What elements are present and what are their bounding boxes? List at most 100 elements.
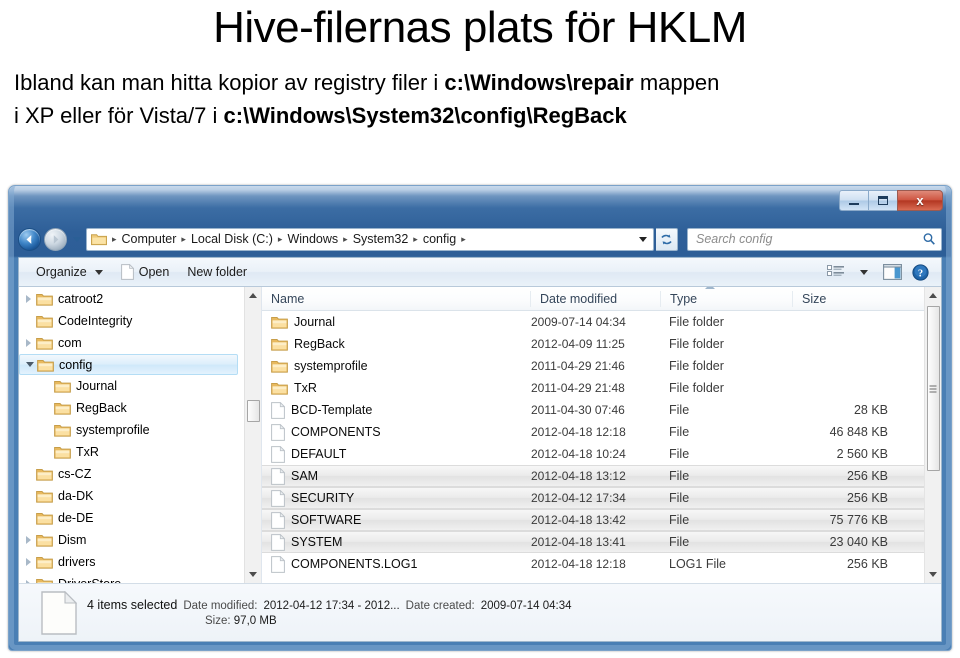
tree-item-label: Dism bbox=[58, 533, 87, 547]
maximize-button[interactable] bbox=[868, 190, 897, 211]
table-row[interactable]: Journal 2009-07-14 04:34 File folder bbox=[262, 311, 924, 333]
help-button[interactable]: ? bbox=[907, 261, 933, 283]
chevron-right-icon bbox=[26, 295, 31, 303]
breadcrumb-item-config[interactable]: config bbox=[421, 232, 458, 246]
breadcrumb-item-computer[interactable]: Computer bbox=[120, 232, 179, 246]
chevron-right-icon bbox=[26, 558, 31, 566]
table-row[interactable]: DEFAULT 2012-04-18 10:24 File 2 560 KB bbox=[262, 443, 924, 465]
tree-item-drivers[interactable]: drivers bbox=[19, 551, 244, 573]
navigation-pane[interactable]: catroot2 CodeIntegrity com config Journal Reg… bbox=[19, 287, 262, 583]
table-row[interactable]: SYSTEM 2012-04-18 13:41 File 23 040 KB bbox=[262, 531, 924, 553]
column-headers[interactable]: Name Date modified Type Size bbox=[262, 287, 924, 311]
minimize-button[interactable] bbox=[839, 190, 868, 211]
tree-scrollbar[interactable] bbox=[244, 287, 261, 583]
table-row[interactable]: COMPONENTS.LOG1 2012-04-18 12:18 LOG1 File… bbox=[262, 553, 924, 575]
view-dropdown-button[interactable] bbox=[851, 261, 877, 283]
cell-size: 46 848 KB bbox=[829, 425, 888, 439]
scroll-down-icon bbox=[249, 572, 257, 577]
back-button[interactable] bbox=[18, 227, 41, 251]
breadcrumb-separator-5: ▸ bbox=[461, 233, 466, 244]
column-header-name[interactable]: Name bbox=[262, 291, 530, 307]
tree-item-label: da-DK bbox=[58, 489, 94, 503]
address-bar: ▸ Computer ▸ Local Disk (C:) ▸ Windows ▸… bbox=[18, 226, 942, 252]
tree-item-dism[interactable]: Dism bbox=[19, 529, 244, 551]
list-scroll-thumb[interactable] bbox=[926, 306, 940, 471]
tree-item-txr[interactable]: TxR bbox=[19, 441, 244, 463]
tree-scroll-down-button[interactable] bbox=[244, 566, 261, 583]
list-scroll-up-button[interactable] bbox=[924, 287, 941, 304]
table-row[interactable]: SOFTWARE 2012-04-18 13:42 File 75 776 KB bbox=[262, 509, 924, 531]
breadcrumb-item-system32[interactable]: System32 bbox=[351, 232, 411, 246]
tree-item-da-dk[interactable]: da-DK bbox=[19, 485, 244, 507]
details-line-1: 4 items selected Date modified: 2012-04-… bbox=[87, 598, 931, 612]
change-view-button[interactable] bbox=[823, 261, 849, 283]
tree-item-config[interactable]: config bbox=[19, 354, 238, 375]
tree-item-de-de[interactable]: de-DE bbox=[19, 507, 244, 529]
file-icon bbox=[271, 401, 285, 419]
tree-item-label: DriverStore bbox=[58, 577, 121, 583]
explorer-window[interactable]: x ▸ Computer ▸ Local Disk (C:) ▸ Windows… bbox=[8, 185, 952, 651]
refresh-button[interactable] bbox=[656, 227, 678, 251]
organize-button[interactable]: Organize bbox=[27, 262, 112, 282]
list-scroll-track[interactable] bbox=[925, 304, 942, 566]
tree-item-com[interactable]: com bbox=[19, 332, 244, 354]
tree-item-cs-cz[interactable]: cs-CZ bbox=[19, 463, 244, 485]
table-row[interactable]: SECURITY 2012-04-12 17:34 File 256 KB bbox=[262, 487, 924, 509]
close-button[interactable]: x bbox=[897, 190, 943, 211]
file-rows[interactable]: Journal 2009-07-14 04:34 File folder RegBac… bbox=[262, 311, 924, 583]
address-dropdown-button[interactable] bbox=[635, 236, 651, 242]
recent-pages-button[interactable] bbox=[70, 229, 83, 249]
slide-text-1c: mappen bbox=[633, 70, 720, 95]
list-scrollbar[interactable] bbox=[924, 287, 941, 583]
tree-item-codeintegrity[interactable]: CodeIntegrity bbox=[19, 310, 244, 332]
table-row[interactable]: BCD-Template 2011-04-30 07:46 File 28 KB bbox=[262, 399, 924, 421]
tree-scroll-up-button[interactable] bbox=[244, 287, 261, 304]
tree-item-driverstore[interactable]: DriverStore bbox=[19, 573, 244, 583]
window-caption-buttons: x bbox=[839, 190, 943, 211]
tree-twisty-drivers[interactable] bbox=[21, 558, 36, 566]
new-folder-button[interactable]: New folder bbox=[178, 262, 256, 282]
table-row[interactable]: SAM 2012-04-18 13:12 File 256 KB bbox=[262, 465, 924, 487]
list-scroll-down-button[interactable] bbox=[924, 566, 941, 583]
folder-icon bbox=[36, 556, 53, 569]
tree-twisty-config[interactable] bbox=[22, 362, 37, 367]
cell-name: systemprofile bbox=[262, 359, 530, 373]
table-row[interactable]: RegBack 2012-04-09 11:25 File folder bbox=[262, 333, 924, 355]
tree-item-catroot2[interactable]: catroot2 bbox=[19, 288, 244, 310]
column-header-date-modified[interactable]: Date modified bbox=[530, 290, 660, 307]
forward-button[interactable] bbox=[44, 227, 67, 251]
tree-twisty-catroot2[interactable] bbox=[21, 295, 36, 303]
slide-body-line-1: Ibland kan man hitta kopior av registry … bbox=[14, 66, 946, 99]
path-regback: c:\Windows\System32\config\RegBack bbox=[223, 103, 627, 128]
breadcrumb-item-windows[interactable]: Windows bbox=[285, 232, 340, 246]
tree-twisty-dism[interactable] bbox=[21, 536, 36, 544]
chevron-down-icon bbox=[25, 362, 34, 367]
column-header-type[interactable]: Type bbox=[660, 287, 792, 307]
file-name-label: SECURITY bbox=[291, 491, 355, 505]
cell-type: File bbox=[669, 535, 690, 549]
breadcrumb-item-local-disk[interactable]: Local Disk (C:) bbox=[189, 232, 275, 246]
tree-twisty-driverstore[interactable] bbox=[21, 580, 36, 583]
search-input[interactable]: Search config bbox=[687, 227, 942, 251]
tree-item-journal[interactable]: Journal bbox=[19, 375, 244, 397]
preview-pane-button[interactable] bbox=[879, 261, 905, 283]
open-button[interactable]: Open bbox=[112, 261, 179, 283]
tree-twisty-com[interactable] bbox=[21, 339, 36, 347]
tree-item-regback[interactable]: RegBack bbox=[19, 397, 244, 419]
breadcrumb-separator-4: ▸ bbox=[413, 233, 418, 244]
table-row[interactable]: systemprofile 2011-04-29 21:46 File folder bbox=[262, 355, 924, 377]
file-name-label: SAM bbox=[291, 469, 319, 483]
table-row[interactable]: TxR 2011-04-29 21:48 File folder bbox=[262, 377, 924, 399]
tree-scroll-thumb[interactable] bbox=[246, 400, 260, 422]
file-list-pane[interactable]: Name Date modified Type Size Journal 2009… bbox=[262, 287, 941, 583]
tree-item-systemprofile[interactable]: systemprofile bbox=[19, 419, 244, 441]
cell-type: File bbox=[669, 447, 690, 461]
slide-body: Ibland kan man hitta kopior av registry … bbox=[0, 54, 960, 132]
column-header-size[interactable]: Size bbox=[792, 290, 902, 307]
size-label: Size: bbox=[205, 615, 231, 627]
breadcrumb[interactable]: ▸ Computer ▸ Local Disk (C:) ▸ Windows ▸… bbox=[86, 227, 654, 251]
folder-icon bbox=[36, 534, 53, 547]
tree-scroll-track[interactable] bbox=[245, 304, 262, 566]
folder-tree[interactable]: catroot2 CodeIntegrity com config Journal Reg… bbox=[19, 287, 244, 583]
table-row[interactable]: COMPONENTS 2012-04-18 12:18 File 46 848 KB bbox=[262, 421, 924, 443]
